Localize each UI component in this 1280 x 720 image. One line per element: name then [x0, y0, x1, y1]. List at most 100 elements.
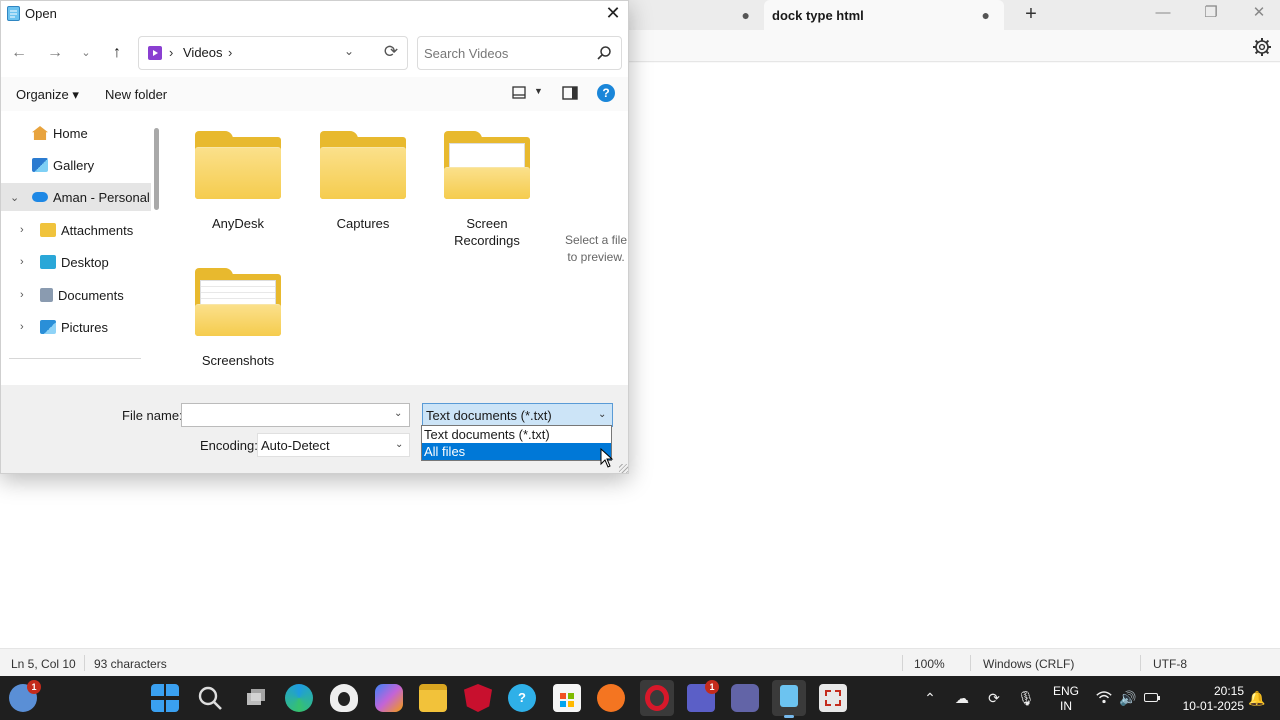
nav-scrollbar[interactable]	[154, 128, 159, 210]
input-language[interactable]: ENG IN	[1051, 684, 1081, 714]
search-icon[interactable]	[596, 45, 612, 61]
file-name-input[interactable]	[186, 407, 386, 423]
encoding-dropdown-icon[interactable]: ⌄	[395, 439, 403, 450]
search-box[interactable]	[417, 36, 622, 70]
cursor-position: Ln 5, Col 10	[11, 657, 76, 671]
restore-icon[interactable]: ❐	[1188, 2, 1234, 26]
start-icon[interactable]	[151, 684, 179, 712]
navigation-pane: Home Gallery ⌄ Aman - Personal › Attachm…	[1, 111, 164, 385]
weather-widget-icon[interactable]: 1	[9, 680, 41, 712]
view-dropdown-icon[interactable]: ▼	[534, 86, 543, 96]
nav-item-home[interactable]: Home	[1, 119, 151, 147]
microphone-icon[interactable]: 🎙	[1016, 688, 1036, 708]
nav-item-documents[interactable]: › Documents	[1, 281, 151, 309]
address-bar[interactable]: › Videos › ⌄ ⟳	[138, 36, 408, 70]
file-type-option-all-files[interactable]: All files	[422, 443, 611, 460]
forward-arrow-icon[interactable]: →	[44, 42, 66, 64]
dialog-close-button[interactable]: ✕	[601, 3, 625, 25]
teams-icon[interactable]	[731, 684, 759, 712]
expand-chevron-icon[interactable]: ›	[20, 289, 24, 301]
nav-item-label: Documents	[58, 287, 124, 303]
notepad-tab-2[interactable]: dock type html ●	[764, 0, 1004, 30]
nav-item-onedrive-personal[interactable]: ⌄ Aman - Personal	[1, 183, 151, 211]
mouse-pointer-icon	[600, 448, 614, 468]
recent-locations-chevron-icon[interactable]: ⌄	[75, 42, 97, 64]
view-options-icon[interactable]	[512, 86, 526, 100]
collapse-chevron-icon[interactable]: ⌄	[10, 191, 19, 204]
nav-item-gallery[interactable]: Gallery	[1, 151, 151, 179]
videos-folder-icon	[148, 46, 162, 60]
nav-item-pictures[interactable]: › Pictures	[1, 313, 151, 341]
preview-pane-icon[interactable]	[562, 86, 578, 100]
file-type-dropdown-icon[interactable]: ⌄	[598, 409, 606, 420]
nav-item-desktop[interactable]: › Desktop	[1, 248, 151, 276]
encoding-select[interactable]: Auto-Detect ⌄	[257, 433, 410, 457]
notepad-tab-1[interactable]: ●	[630, 0, 764, 30]
expand-chevron-icon[interactable]: ›	[20, 321, 24, 333]
breadcrumb-chevron-icon[interactable]: ›	[169, 45, 173, 60]
nav-item-attachments[interactable]: › Attachments	[1, 216, 151, 244]
up-arrow-icon[interactable]: ↑	[106, 42, 128, 64]
expand-chevron-icon[interactable]: ›	[20, 224, 24, 236]
mcafee-icon[interactable]	[464, 684, 492, 712]
system-clock[interactable]: 20:15 10-01-2025	[1168, 684, 1244, 714]
snipping-tool-icon[interactable]	[819, 684, 847, 712]
file-explorer-icon[interactable]	[419, 684, 447, 712]
file-name-combobox[interactable]: ⌄	[181, 403, 410, 427]
wifi-icon[interactable]	[1094, 688, 1114, 708]
close-window-icon[interactable]: ✕	[1236, 2, 1280, 26]
folder-icon	[444, 131, 530, 199]
new-folder-button[interactable]: New folder	[105, 87, 167, 102]
zoom-level[interactable]: 100%	[914, 656, 945, 672]
refresh-icon[interactable]: ⟳	[381, 42, 401, 62]
teams-business-icon[interactable]: 1	[687, 680, 719, 712]
search-icon[interactable]	[196, 684, 224, 712]
edge-icon[interactable]	[285, 684, 313, 712]
new-tab-button[interactable]: +	[1020, 3, 1042, 25]
file-type-option-text[interactable]: Text documents (*.txt)	[422, 426, 611, 443]
help-icon[interactable]: ?	[597, 84, 615, 102]
language-code: ENG	[1052, 684, 1079, 698]
back-arrow-icon[interactable]: ←	[8, 42, 30, 64]
file-name-dropdown-icon[interactable]: ⌄	[394, 408, 402, 419]
notepad-active-tile[interactable]	[772, 680, 806, 718]
resize-grip[interactable]	[619, 464, 628, 473]
get-help-icon[interactable]: ?	[508, 684, 536, 712]
notification-bell-icon[interactable]: 🔔	[1247, 688, 1267, 708]
avast-icon[interactable]	[597, 684, 625, 712]
breadcrumb-chevron-icon[interactable]: ›	[228, 45, 232, 60]
file-encoding[interactable]: UTF-8	[1153, 656, 1187, 672]
volume-icon[interactable]: 🔊	[1118, 688, 1138, 708]
sync-icon[interactable]: ⟳	[984, 688, 1004, 708]
task-view-icon[interactable]	[241, 684, 269, 712]
status-bar: Ln 5, Col 10 93 characters 100% Windows …	[0, 648, 1280, 676]
organize-button[interactable]: Organize ▾	[16, 87, 79, 103]
folder-item[interactable]: Captures	[313, 131, 413, 232]
breadcrumb-videos[interactable]: Videos	[183, 45, 223, 60]
file-name-label: File name:	[122, 408, 183, 423]
folder-item[interactable]: Screen Recordings	[437, 131, 537, 249]
folder-item[interactable]: Screenshots	[188, 268, 288, 369]
line-ending[interactable]: Windows (CRLF)	[983, 656, 1074, 672]
expand-chevron-icon[interactable]: ›	[20, 256, 24, 268]
folder-label: Screenshots	[201, 353, 275, 368]
microsoft-store-icon[interactable]	[553, 684, 581, 712]
home-icon	[32, 126, 48, 140]
address-dropdown-icon[interactable]: ⌄	[344, 44, 360, 60]
opera-active-tile[interactable]	[640, 680, 674, 716]
folder-icon	[320, 131, 406, 199]
folder-item[interactable]: AnyDesk	[188, 131, 288, 232]
show-hidden-icons-chevron-icon[interactable]: ⌃	[920, 688, 940, 708]
copilot-icon[interactable]	[375, 684, 403, 712]
battery-icon[interactable]	[1142, 688, 1162, 708]
minimize-icon[interactable]: —	[1140, 2, 1186, 26]
file-type-select[interactable]: Text documents (*.txt) ⌄	[422, 403, 613, 427]
encoding-label: Encoding:	[200, 438, 258, 453]
settings-gear-icon[interactable]	[1252, 37, 1272, 57]
unsaved-dot-icon[interactable]: ●	[982, 7, 990, 23]
clock-time: 20:15	[1213, 684, 1244, 698]
unsaved-dot-icon[interactable]: ●	[742, 7, 750, 23]
linux-penguin-icon[interactable]	[330, 684, 358, 712]
search-input[interactable]	[424, 43, 594, 63]
onedrive-cloud-icon[interactable]: ☁	[952, 688, 972, 708]
